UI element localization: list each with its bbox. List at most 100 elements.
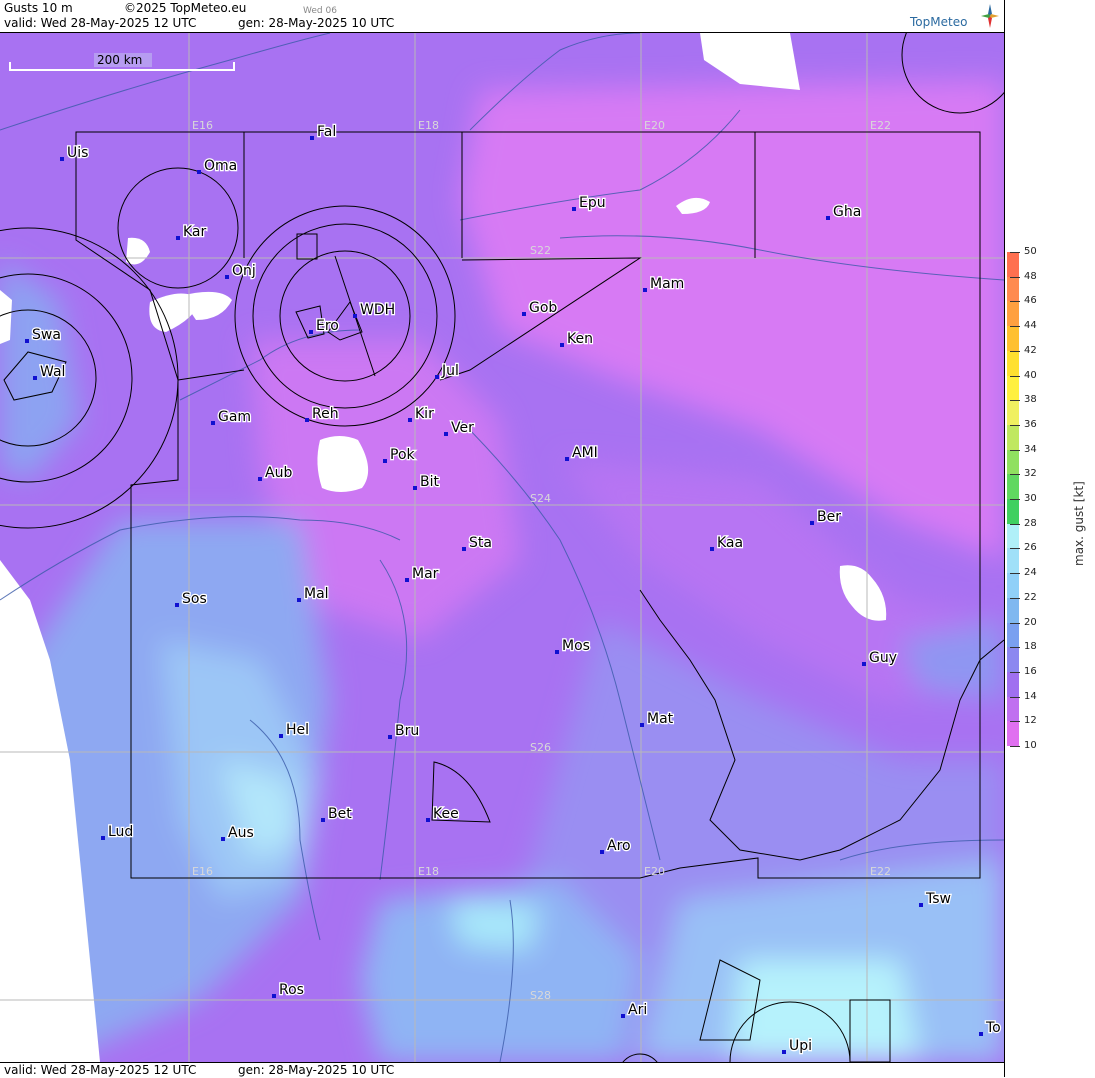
legend-color-segment <box>1007 350 1019 376</box>
place-label: Jul <box>441 363 459 379</box>
place-dot <box>782 1050 786 1054</box>
lon-label-bottom: E18 <box>418 865 439 878</box>
place-label: Gha <box>833 204 861 220</box>
legend-tick-mark <box>1010 523 1020 525</box>
lon-label: E20 <box>644 119 665 132</box>
legend-tick-label: 46 <box>1024 295 1037 307</box>
place-dot <box>25 339 29 343</box>
weather-map[interactable]: 200 km E16 E18 E20 E22 S22 S24 S26 S28 E… <box>0 33 1004 1062</box>
place-label: Kir <box>415 406 434 422</box>
place-marker[interactable]: WDH <box>353 301 396 319</box>
place-label: Ero <box>316 318 339 334</box>
place-dot <box>272 994 276 998</box>
legend-tick-mark <box>1010 548 1020 550</box>
place-dot <box>353 314 357 318</box>
legend-color-segment <box>1007 252 1019 278</box>
lon-label: E22 <box>870 119 891 132</box>
legend-tick-mark <box>1010 499 1020 500</box>
legend-tick-label: 24 <box>1024 567 1037 579</box>
place-dot <box>643 288 647 292</box>
place-label: Ber <box>817 509 841 525</box>
place-marker[interactable]: Oma <box>197 157 239 175</box>
legend-tick-label: 28 <box>1024 517 1037 529</box>
place-dot <box>211 421 215 425</box>
legend-tick-label: 42 <box>1024 344 1037 356</box>
lon-label: E18 <box>418 119 439 132</box>
legend-tick-label: 30 <box>1024 493 1037 504</box>
place-dot <box>297 598 301 602</box>
place-dot <box>405 578 409 582</box>
header-bar: Gusts 10 m ©2025 TopMeteo.eu Wed 06 vali… <box>0 0 1004 33</box>
legend-color-segment <box>1007 400 1019 426</box>
lon-label-bottom: E16 <box>192 865 213 878</box>
lon-label: E16 <box>192 119 213 132</box>
place-dot <box>560 343 564 347</box>
legend-title: max. gust [kt] <box>1072 481 1086 566</box>
place-label: Lud <box>108 824 133 840</box>
legend-color-segment <box>1007 499 1019 525</box>
place-dot <box>710 547 714 551</box>
place-dot <box>305 418 309 422</box>
place-label: Wal <box>40 364 65 380</box>
copyright-text: ©2025 TopMeteo.eu <box>124 1 247 15</box>
place-label: Onj <box>232 263 256 279</box>
place-label: Swa <box>32 327 61 343</box>
lat-label: S24 <box>530 492 551 505</box>
legend-tick-label: 22 <box>1024 591 1037 603</box>
legend-color-segment <box>1007 548 1019 574</box>
place-label: Aus <box>228 825 254 841</box>
legend-tick-mark <box>1010 449 1020 451</box>
place-label: Mat <box>647 711 674 727</box>
place-label: Sta <box>469 535 492 551</box>
legend-tick-mark <box>1010 276 1020 278</box>
place-marker[interactable]: Mam <box>643 275 686 293</box>
legend-tick-label: 50 <box>1024 246 1037 257</box>
legend-tick-label: 48 <box>1024 270 1037 282</box>
place-label: Upi <box>789 1038 812 1054</box>
legend-tick-mark <box>1010 400 1020 402</box>
place-dot <box>279 734 283 738</box>
place-dot <box>600 850 604 854</box>
place-label: Ver <box>451 420 474 436</box>
place-dot <box>221 837 225 841</box>
place-label: Pok <box>390 447 416 463</box>
place-label: Ken <box>567 331 593 347</box>
place-label: Oma <box>204 158 237 174</box>
place-label: AMI <box>572 445 598 461</box>
place-dot <box>565 457 569 461</box>
place-dot <box>225 275 229 279</box>
place-dot <box>522 312 526 316</box>
place-label: Mos <box>562 638 590 654</box>
legend-color-segment <box>1007 523 1019 549</box>
legend-tick-mark <box>1010 671 1020 673</box>
place-label: Epu <box>579 195 606 211</box>
place-dot <box>462 547 466 551</box>
place-label: Gam <box>218 409 251 425</box>
legend-color-segment <box>1007 375 1019 401</box>
legend-tick-label: 32 <box>1024 468 1037 480</box>
place-label: Tsw <box>925 891 951 907</box>
place-label: Kaa <box>717 535 743 551</box>
legend-color-segment <box>1007 301 1019 327</box>
legend-tick-mark <box>1010 573 1020 575</box>
brand-name: TopMeteo <box>910 15 968 29</box>
place-dot <box>826 216 830 220</box>
place-dot <box>810 521 814 525</box>
place-label: Kar <box>183 224 207 240</box>
place-label: Ari <box>628 1002 647 1018</box>
legend-color-segment <box>1007 424 1019 451</box>
legend-tick-label: 38 <box>1024 394 1037 406</box>
place-label: Sos <box>182 591 207 607</box>
legend-color-segment <box>1007 647 1019 673</box>
legend-tick-mark <box>1010 696 1020 698</box>
legend-tick-mark <box>1010 647 1020 649</box>
place-dot <box>408 418 412 422</box>
legend-tick-mark <box>1010 474 1020 476</box>
legend-tick-mark <box>1010 597 1020 599</box>
place-label: Bru <box>395 723 419 739</box>
place-dot <box>388 735 392 739</box>
legend-tick-label: 36 <box>1024 418 1037 430</box>
legend-color-segment <box>1007 721 1019 747</box>
place-label: Aro <box>607 838 631 854</box>
place-label: Gob <box>529 300 557 316</box>
